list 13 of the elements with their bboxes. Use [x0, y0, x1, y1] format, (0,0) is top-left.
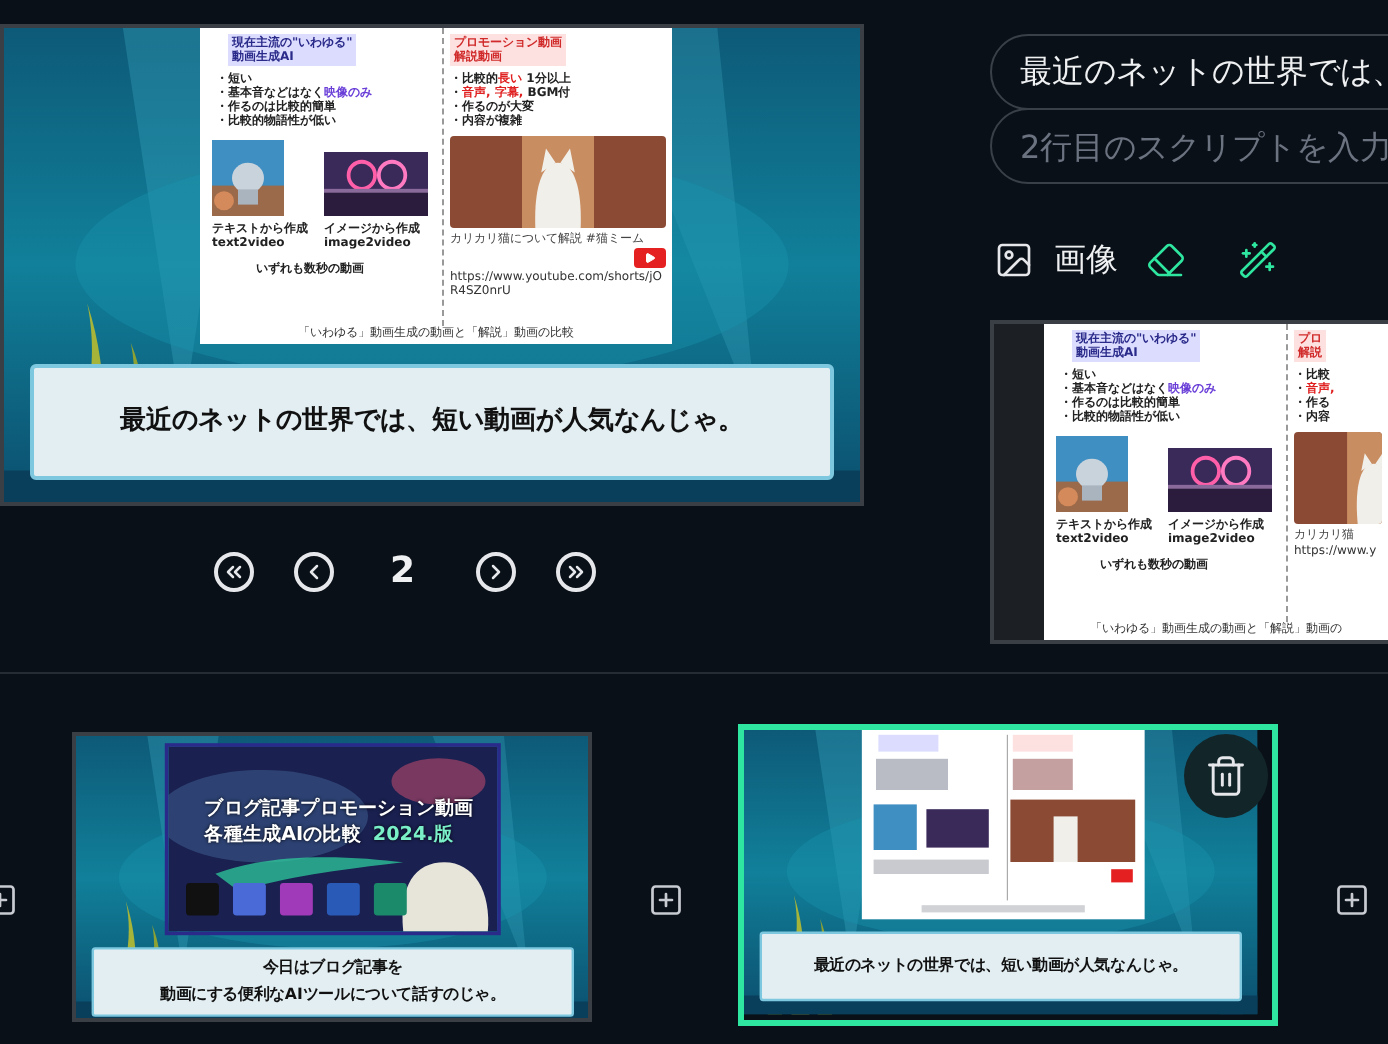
first-page-button[interactable] [214, 551, 254, 591]
page-number: 2 [390, 548, 416, 596]
add-icon[interactable] [648, 882, 684, 918]
magic-wand-button[interactable] [1238, 240, 1278, 280]
image-icon [994, 240, 1034, 280]
script-input[interactable]: 2行目のスクリプトを入力 [990, 108, 1388, 184]
script-input[interactable]: 最近のネットの世界では、 [990, 34, 1388, 110]
section-label: 画像 [1054, 238, 1118, 282]
next-page-button[interactable] [475, 551, 516, 591]
add-icon[interactable] [1334, 882, 1370, 918]
last-page-button[interactable] [555, 551, 596, 591]
eraser-button[interactable] [1146, 240, 1186, 280]
previous-page-button[interactable] [294, 551, 334, 591]
